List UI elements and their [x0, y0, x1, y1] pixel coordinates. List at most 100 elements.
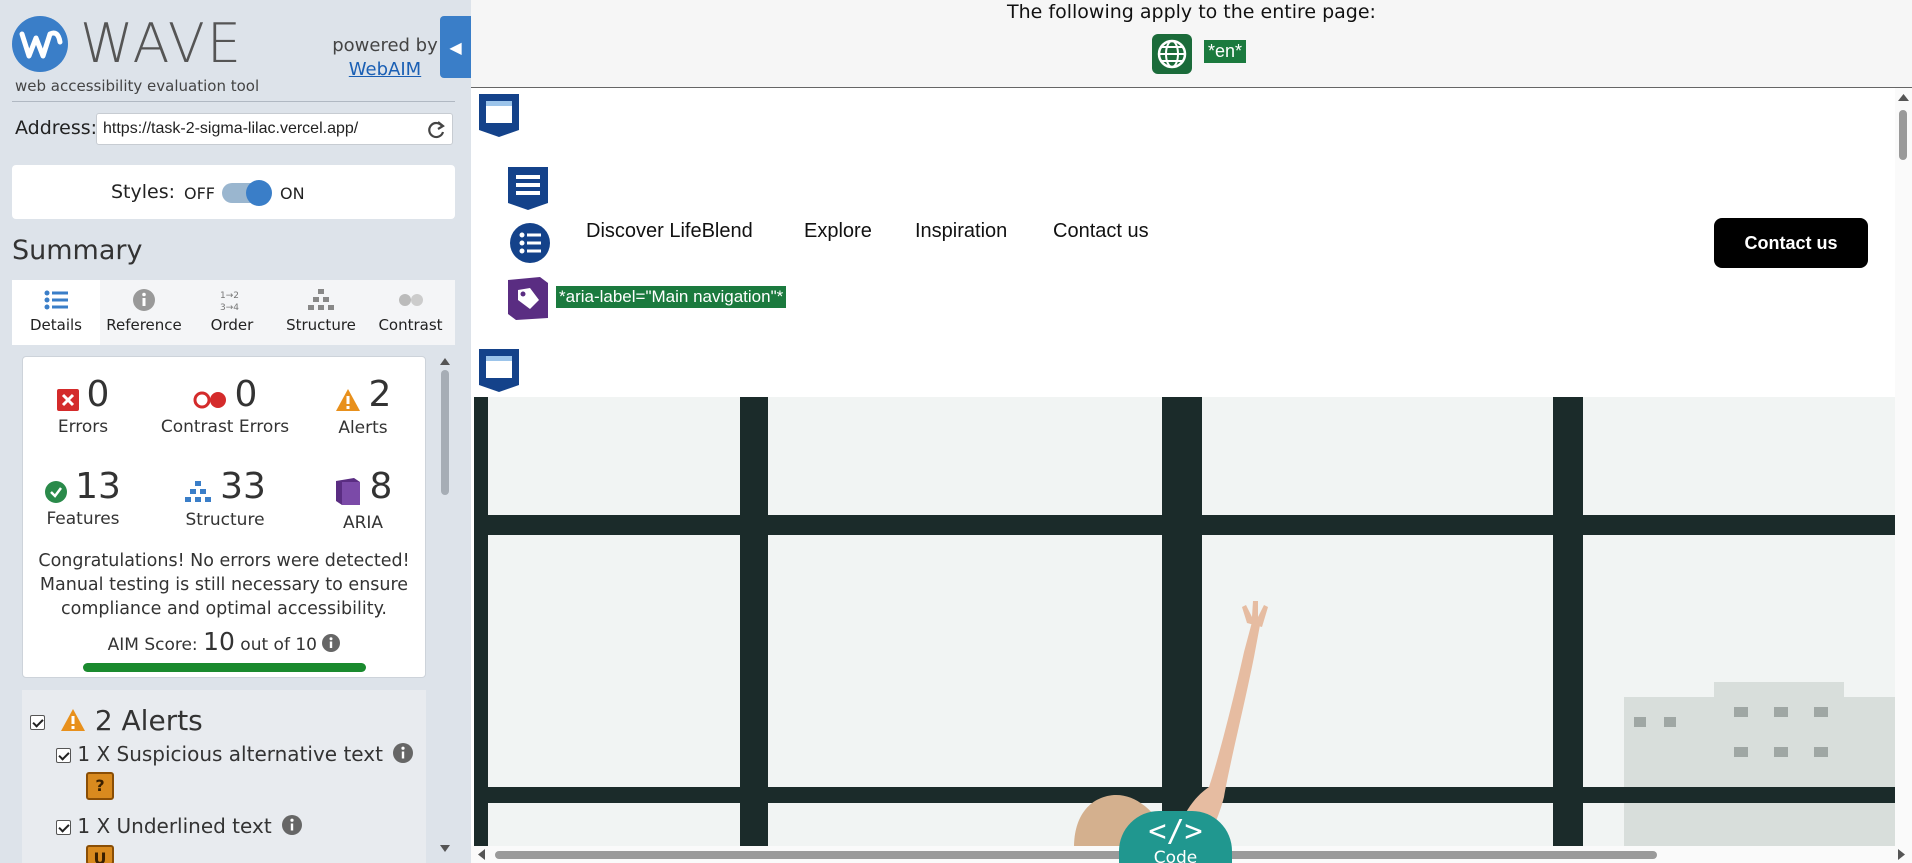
error-icon: [56, 388, 79, 415]
aria-icon: [334, 477, 362, 511]
language-globe-icon[interactable]: [1152, 34, 1192, 74]
suspicious-alt-icon[interactable]: ?: [86, 772, 114, 800]
aim-score: AIM Score: 10 out of 10: [23, 627, 425, 656]
aria-label: ARIA: [342, 512, 384, 533]
contrast-errors-stat[interactable]: 0 Contrast Errors: [155, 374, 295, 438]
aria-label-icon[interactable]: [506, 276, 550, 322]
tab-contrast-label: Contrast: [378, 316, 443, 334]
collapse-panel-button[interactable]: ◀: [440, 16, 471, 78]
aria-label-tag[interactable]: *aria-label="Main navigation"*: [556, 286, 787, 308]
tab-contrast[interactable]: Contrast: [366, 280, 455, 345]
tab-order[interactable]: 1→2 3→4 Order: [188, 280, 276, 345]
code-label: Code: [1153, 848, 1198, 863]
alert-item-checkbox[interactable]: [56, 748, 71, 763]
structure-stat[interactable]: 33 Structure: [165, 467, 285, 530]
aim-info-icon[interactable]: [322, 634, 341, 655]
scroll-left-icon[interactable]: [475, 846, 487, 863]
aim-score-suffix: out of 10: [240, 635, 317, 655]
refresh-icon[interactable]: [424, 118, 448, 142]
svg-text:3→4: 3→4: [220, 303, 239, 312]
summary-tabs: Details Reference 1→2 3→4 Order Structure…: [12, 280, 455, 345]
contrast-errors-count: 0: [234, 374, 258, 415]
hero-image: [474, 397, 1896, 847]
aria-stat[interactable]: 8 ARIA: [303, 467, 423, 533]
styles-toggle[interactable]: [222, 180, 272, 206]
aim-score-bar: [83, 663, 366, 672]
scroll-right-icon[interactable]: [1896, 846, 1908, 863]
page-preview: The following apply to the entire page: …: [471, 0, 1912, 863]
alerts-checkbox[interactable]: [30, 714, 45, 730]
scroll-up-icon[interactable]: [438, 355, 452, 367]
panel-scrollbar[interactable]: [438, 352, 452, 855]
wave-logo-text: WAVE: [80, 12, 243, 75]
navigation-landmark-icon[interactable]: [506, 165, 550, 211]
powered-by-label: powered by: [332, 35, 438, 56]
header-landmark-icon[interactable]: [477, 92, 521, 138]
summary-card: 0 Errors 0 Contrast Errors 2 Alerts 13 F…: [22, 356, 426, 678]
errors-label: Errors: [57, 417, 109, 437]
wave-logo-icon: [12, 16, 68, 72]
page-wide-banner: The following apply to the entire page: …: [471, 0, 1912, 88]
language-tag[interactable]: *en*: [1204, 40, 1247, 63]
alert-item-checkbox[interactable]: [56, 820, 71, 835]
aim-score-prefix: AIM Score:: [107, 635, 198, 655]
tab-details[interactable]: Details: [12, 280, 100, 345]
errors-stat[interactable]: 0 Errors: [23, 375, 143, 437]
alerts-heading[interactable]: 2 Alerts: [30, 704, 203, 737]
contrast-errors-label: Contrast Errors: [160, 417, 290, 437]
nav-link-contact[interactable]: Contact us: [1053, 220, 1149, 243]
scroll-up-icon[interactable]: [1895, 91, 1912, 103]
styles-toggle-box: Styles: OFF ON: [12, 165, 455, 219]
main-landmark-icon[interactable]: [477, 347, 521, 393]
wave-tagline: web accessibility evaluation tool: [15, 77, 260, 95]
panel-scroll-thumb[interactable]: [441, 370, 449, 495]
structure-label: Structure: [185, 509, 265, 530]
info-icon: [133, 289, 155, 311]
alert-item-label: 1 X Suspicious alternative text: [77, 742, 383, 766]
tab-reference[interactable]: Reference: [100, 280, 188, 345]
features-label: Features: [46, 509, 120, 529]
underlined-text-icon[interactable]: U: [86, 845, 114, 863]
alert-item-suspicious-alt[interactable]: 1 X Suspicious alternative text: [56, 742, 414, 766]
tab-structure[interactable]: Structure: [276, 280, 366, 345]
page-wide-banner-text: The following apply to the entire page:: [1007, 1, 1376, 23]
structure-icon: [308, 289, 334, 310]
aim-score-value: 10: [203, 627, 235, 656]
svg-text:1→2: 1→2: [220, 291, 239, 301]
tab-structure-label: Structure: [286, 316, 356, 334]
alerts-label: Alerts: [338, 417, 388, 438]
order-icon: 1→23→4: [220, 291, 239, 312]
styles-label: Styles:: [111, 181, 176, 203]
tab-order-label: Order: [210, 316, 254, 334]
feature-icon: [45, 480, 68, 507]
styles-off-label: OFF: [184, 184, 215, 203]
wave-sidebar: WAVE web accessibility evaluation tool p…: [0, 0, 471, 863]
alert-item-info-icon[interactable]: [278, 814, 303, 838]
code-icon: </>: [1148, 814, 1203, 849]
preview-hscroll-thumb[interactable]: [495, 851, 1657, 859]
alert-item-info-icon[interactable]: [389, 742, 414, 766]
alert-icon: [335, 388, 361, 416]
alert-item-underlined-text[interactable]: 1 X Underlined text: [56, 814, 303, 838]
nav-link-inspiration[interactable]: Inspiration: [915, 220, 1007, 243]
address-label: Address:: [15, 117, 98, 139]
features-stat[interactable]: 13 Features: [23, 467, 143, 529]
alert-item-label: 1 X Underlined text: [77, 814, 272, 838]
alerts-heading-icon: [54, 704, 86, 737]
unordered-list-icon[interactable]: [508, 221, 552, 267]
preview-scroll-thumb[interactable]: [1899, 110, 1907, 160]
scroll-down-icon[interactable]: [438, 843, 452, 855]
address-input[interactable]: https://task-2-sigma-lilac.vercel.app/: [96, 113, 453, 145]
nav-link-explore[interactable]: Explore: [804, 220, 872, 243]
webaim-link[interactable]: WebAIM: [330, 58, 440, 82]
preview-vertical-scrollbar[interactable]: [1895, 88, 1912, 848]
contrast-icon: [398, 294, 423, 306]
code-toggle-button[interactable]: </> Code: [1119, 811, 1232, 863]
list-icon: [44, 290, 68, 310]
nav-link-discover[interactable]: Discover LifeBlend: [586, 220, 753, 243]
alerts-count: 2: [368, 374, 392, 415]
alerts-section: 2 Alerts 1 X Suspicious alternative text…: [22, 690, 426, 863]
contact-us-button[interactable]: Contact us: [1714, 218, 1868, 268]
alerts-stat[interactable]: 2 Alerts: [303, 375, 423, 438]
divider: [12, 101, 455, 102]
